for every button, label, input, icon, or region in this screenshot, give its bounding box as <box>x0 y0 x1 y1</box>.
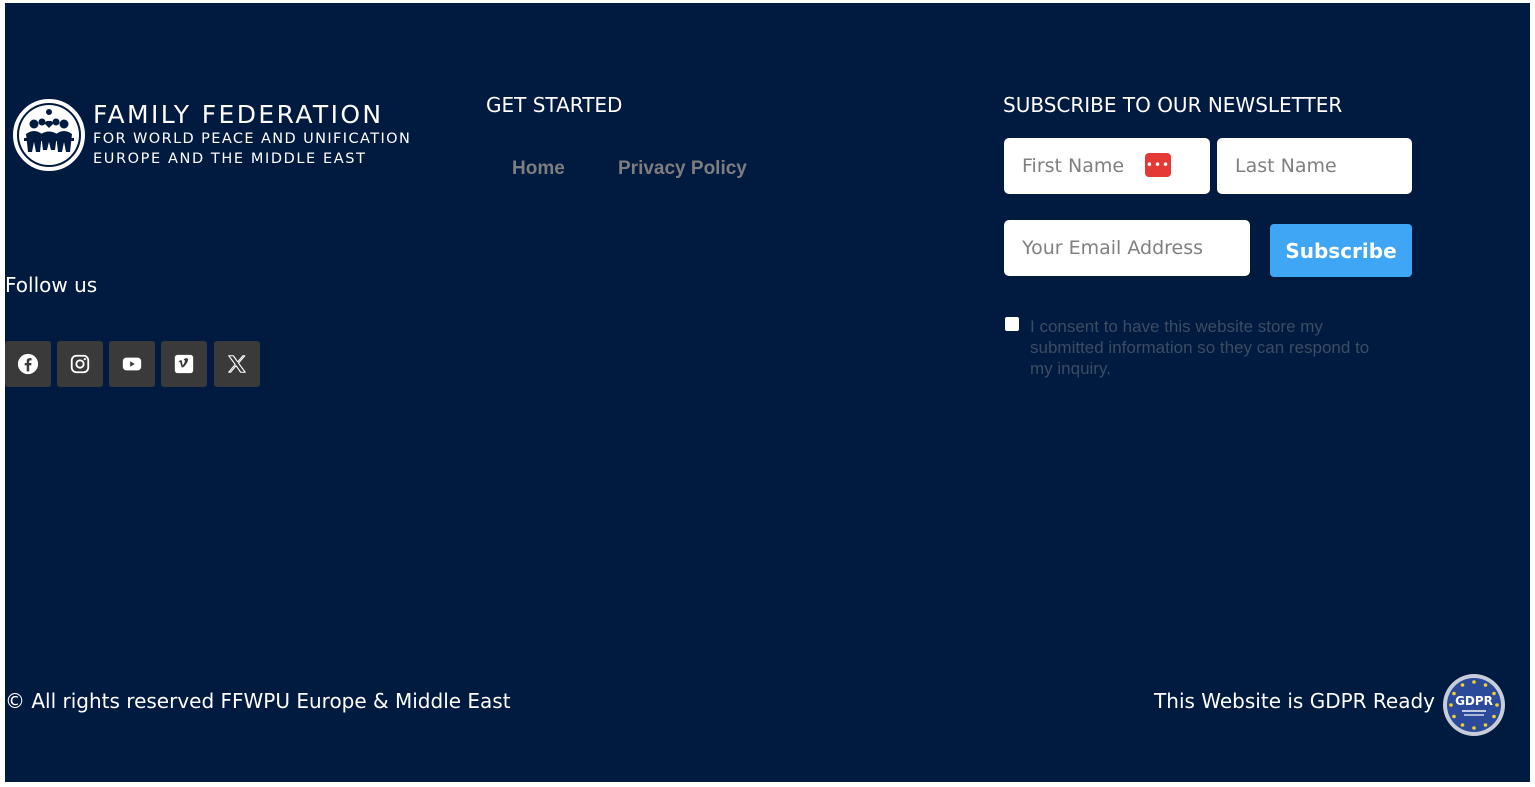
brand-logo[interactable]: FAMILY FEDERATION FOR WORLD PEACE AND UN… <box>12 98 411 172</box>
email-placeholder: Your Email Address <box>1022 237 1204 259</box>
gdpr-ready-text: This Website is GDPR Ready <box>1154 689 1435 713</box>
instagram-icon <box>70 354 90 374</box>
youtube-icon <box>122 357 142 371</box>
x-link[interactable] <box>214 341 260 387</box>
vimeo-icon <box>174 354 194 374</box>
brand-line-3: EUROPE AND THE MIDDLE EAST <box>93 151 367 167</box>
get-started-heading: GET STARTED <box>486 93 623 117</box>
copyright-text: © All rights reserved FFWPU Europe & Mid… <box>5 689 511 713</box>
brand-line-1: FAMILY FEDERATION <box>93 100 384 129</box>
ffwpu-emblem-icon <box>13 99 85 171</box>
gdpr-badge-icon: GDPR <box>1443 674 1505 736</box>
nav-link-home[interactable]: Home <box>512 158 565 180</box>
last-name-input[interactable]: Last Name <box>1217 138 1412 194</box>
subscribe-button[interactable]: Subscribe <box>1270 224 1412 277</box>
newsletter-heading: SUBSCRIBE TO OUR NEWSLETTER <box>1003 93 1343 117</box>
first-name-input[interactable]: First Name ••• <box>1004 138 1210 194</box>
instagram-link[interactable] <box>57 341 103 387</box>
consent-checkbox[interactable] <box>1005 317 1019 331</box>
brand-line-2: FOR WORLD PEACE AND UNIFICATION <box>93 131 412 147</box>
youtube-link[interactable] <box>109 341 155 387</box>
email-input[interactable]: Your Email Address <box>1004 220 1250 276</box>
brand-text: FAMILY FEDERATION FOR WORLD PEACE AND UN… <box>93 101 411 169</box>
x-icon <box>228 355 246 373</box>
first-name-placeholder: First Name <box>1022 155 1125 177</box>
nav-link-privacy-policy[interactable]: Privacy Policy <box>618 158 747 180</box>
consent-text: I consent to have this website store my … <box>1030 317 1370 378</box>
site-footer: FAMILY FEDERATION FOR WORLD PEACE AND UN… <box>5 3 1530 782</box>
vimeo-link[interactable] <box>161 341 207 387</box>
last-name-placeholder: Last Name <box>1235 155 1337 177</box>
facebook-link[interactable] <box>5 341 51 387</box>
follow-us-label: Follow us <box>5 273 98 297</box>
facebook-icon <box>17 353 39 375</box>
password-manager-icon[interactable]: ••• <box>1145 153 1171 177</box>
gdpr-badge-label: GDPR <box>1455 694 1493 708</box>
